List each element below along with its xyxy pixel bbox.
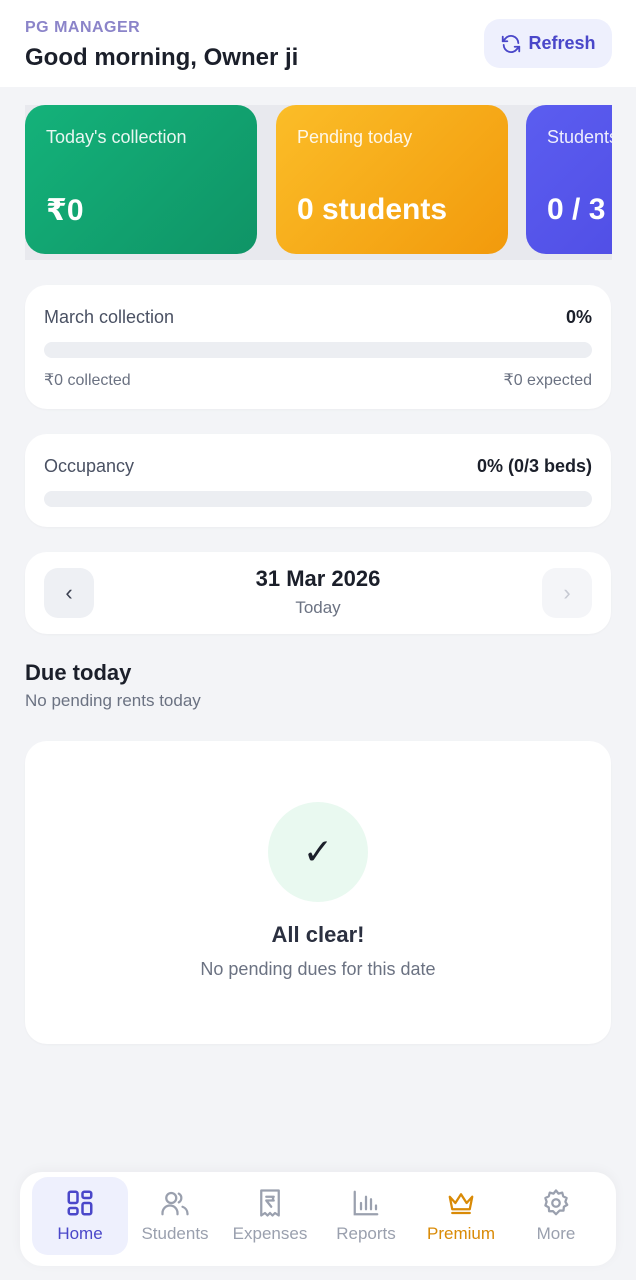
users-icon <box>161 1191 189 1216</box>
stat-card-pending-today[interactable]: Pending today 0 students <box>276 105 508 254</box>
collected-amount: ₹0 collected <box>44 372 131 389</box>
refresh-icon <box>502 34 521 53</box>
nav-item-home[interactable]: Home <box>32 1177 128 1255</box>
crown-icon <box>448 1193 474 1215</box>
selected-date-caption: Today <box>295 598 341 617</box>
monthly-collection-card: March collection 0% ₹0 collected ₹0 expe… <box>25 285 611 409</box>
stat-card-today-collection[interactable]: Today's collection ₹0 <box>25 105 257 254</box>
monthly-collection-progress <box>44 342 592 358</box>
stat-card-label: Students <box>547 127 612 147</box>
nav-item-label: More <box>536 1224 576 1243</box>
grid-icon <box>67 1190 93 1216</box>
empty-state-subtitle: No pending dues for this date <box>200 959 436 979</box>
bottom-navigation: Home Students Expenses Reports Premium M… <box>20 1172 616 1266</box>
monthly-collection-label: March collection <box>44 307 175 327</box>
next-date-button[interactable]: › <box>542 568 592 618</box>
monthly-collection-percent: 0% <box>565 307 592 327</box>
gear-icon <box>544 1189 569 1216</box>
stat-card-value: 0 students <box>297 193 448 226</box>
refresh-button[interactable]: Refresh <box>484 19 612 68</box>
selected-date: 31 Mar 2026 <box>255 566 381 591</box>
nav-item-label: Students <box>141 1224 209 1243</box>
bar-chart-icon <box>353 1190 379 1216</box>
nav-item-premium[interactable]: Premium <box>413 1177 509 1255</box>
stat-card-label: Pending today <box>297 127 413 147</box>
nav-item-label: Premium <box>426 1224 495 1243</box>
expected-amount: ₹0 expected <box>503 372 592 389</box>
check-icon: ✓ <box>268 802 368 902</box>
empty-state-card: ✓ All clear! No pending dues for this da… <box>25 741 611 1044</box>
nav-item-expenses[interactable]: Expenses <box>222 1177 318 1255</box>
nav-item-reports[interactable]: Reports <box>318 1177 414 1255</box>
occupancy-value: 0% (0/3 beds) <box>476 456 592 476</box>
occupancy-card: Occupancy 0% (0/3 beds) <box>25 434 611 527</box>
nav-item-students[interactable]: Students <box>127 1177 223 1255</box>
greeting-title: Good morning, Owner ji <box>25 44 299 71</box>
stat-cards-carousel[interactable]: Today's collection ₹0 Pending today 0 st… <box>25 105 612 260</box>
stat-card-value: ₹0 <box>46 194 84 227</box>
date-navigator: ‹ 31 Mar 2026 Today › <box>25 552 611 634</box>
nav-item-label: Reports <box>336 1224 396 1243</box>
due-today-subtitle: No pending rents today <box>25 691 201 710</box>
occupancy-progress <box>44 491 592 507</box>
brand-label: PG MANAGER <box>25 19 141 36</box>
stat-card-label: Today's collection <box>46 127 187 147</box>
nav-item-label: Expenses <box>232 1224 308 1243</box>
stat-card-students[interactable]: Students 0 / 3 <box>526 105 612 254</box>
nav-item-label: Home <box>57 1224 103 1243</box>
due-today-heading: Due today <box>25 660 132 685</box>
stat-card-value: 0 / 3 <box>547 193 606 226</box>
app-header: PG MANAGER Good morning, Owner ji Refres… <box>0 0 636 87</box>
refresh-label: Refresh <box>528 33 596 53</box>
occupancy-label: Occupancy <box>44 456 135 476</box>
empty-state-title: All clear! <box>271 922 365 947</box>
receipt-rupee-icon <box>260 1189 280 1217</box>
nav-item-more[interactable]: More <box>508 1177 604 1255</box>
